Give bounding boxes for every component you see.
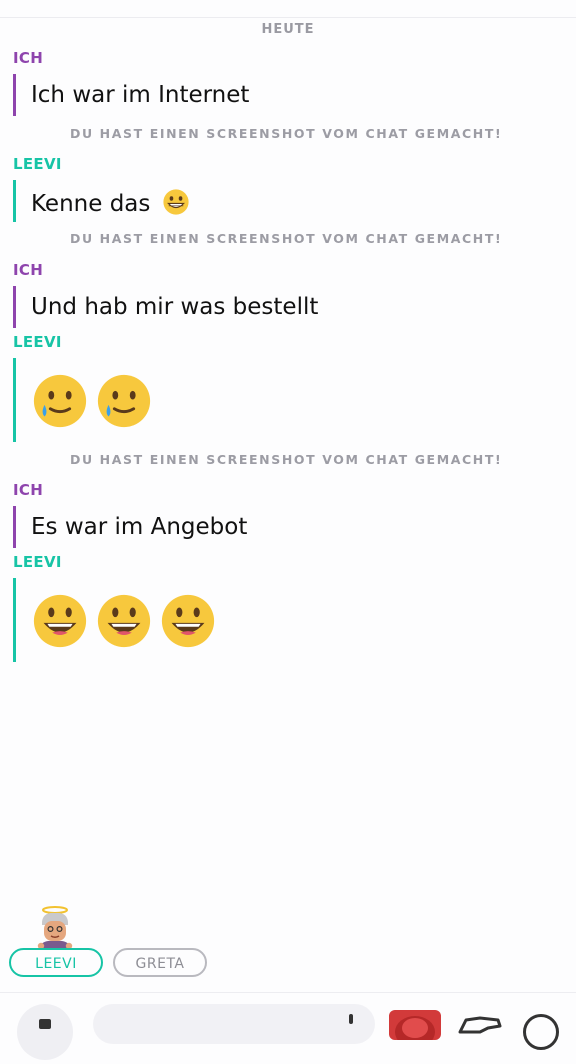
header-divider — [0, 17, 576, 18]
grinning-face-big-eyes-icon — [97, 594, 151, 648]
presence-chip-leevi[interactable]: LEEVI — [9, 948, 103, 977]
bitmoji-icon[interactable] — [389, 1010, 441, 1040]
bottom-divider — [0, 992, 576, 993]
grinning-face-icon — [163, 189, 189, 215]
smiling-face-with-tear-icon — [97, 374, 151, 428]
more-icon[interactable] — [523, 1014, 559, 1050]
sticker-icon[interactable] — [458, 1014, 502, 1034]
message-bar-me — [13, 286, 16, 328]
screenshot-notice: DU HAST EINEN SCREENSHOT VOM CHAT GEMACH… — [70, 231, 503, 246]
message-text[interactable]: Es war im Angebot — [31, 514, 247, 540]
message-text[interactable]: Und hab mir was bestellt — [31, 294, 318, 320]
sender-label-friend: LEEVI — [13, 155, 62, 173]
smiling-face-with-tear-icon — [33, 374, 87, 428]
sender-label-me: ICH — [13, 261, 44, 279]
chat-input[interactable] — [93, 1004, 375, 1044]
message-bar-friend — [13, 180, 16, 222]
sender-label-friend: LEEVI — [13, 553, 62, 571]
grinning-face-big-eyes-icon — [33, 594, 87, 648]
camera-icon[interactable] — [17, 1004, 73, 1060]
date-label: HEUTE — [261, 22, 315, 37]
sender-label-me: ICH — [13, 481, 44, 499]
emoji-message[interactable] — [31, 592, 217, 652]
sender-label-me: ICH — [13, 49, 44, 67]
bottom-bar — [0, 992, 576, 1060]
grinning-face-big-eyes-icon — [161, 594, 215, 648]
message-bar-me — [13, 74, 16, 116]
screenshot-notice: DU HAST EINEN SCREENSHOT VOM CHAT GEMACH… — [70, 452, 503, 467]
screenshot-notice: DU HAST EINEN SCREENSHOT VOM CHAT GEMACH… — [70, 126, 503, 141]
message-bar-friend — [13, 358, 16, 442]
sender-label-friend: LEEVI — [13, 333, 62, 351]
message-bar-me — [13, 506, 16, 548]
message-bar-friend — [13, 578, 16, 662]
message-item[interactable]: Kenne das — [31, 188, 190, 217]
emoji-message[interactable] — [31, 372, 153, 432]
message-text[interactable]: Ich war im Internet — [31, 82, 249, 108]
presence-chip-greta[interactable]: GRETA — [113, 948, 207, 977]
friend-bitmoji-avatar[interactable] — [35, 906, 75, 950]
message-text: Kenne das — [31, 191, 151, 217]
